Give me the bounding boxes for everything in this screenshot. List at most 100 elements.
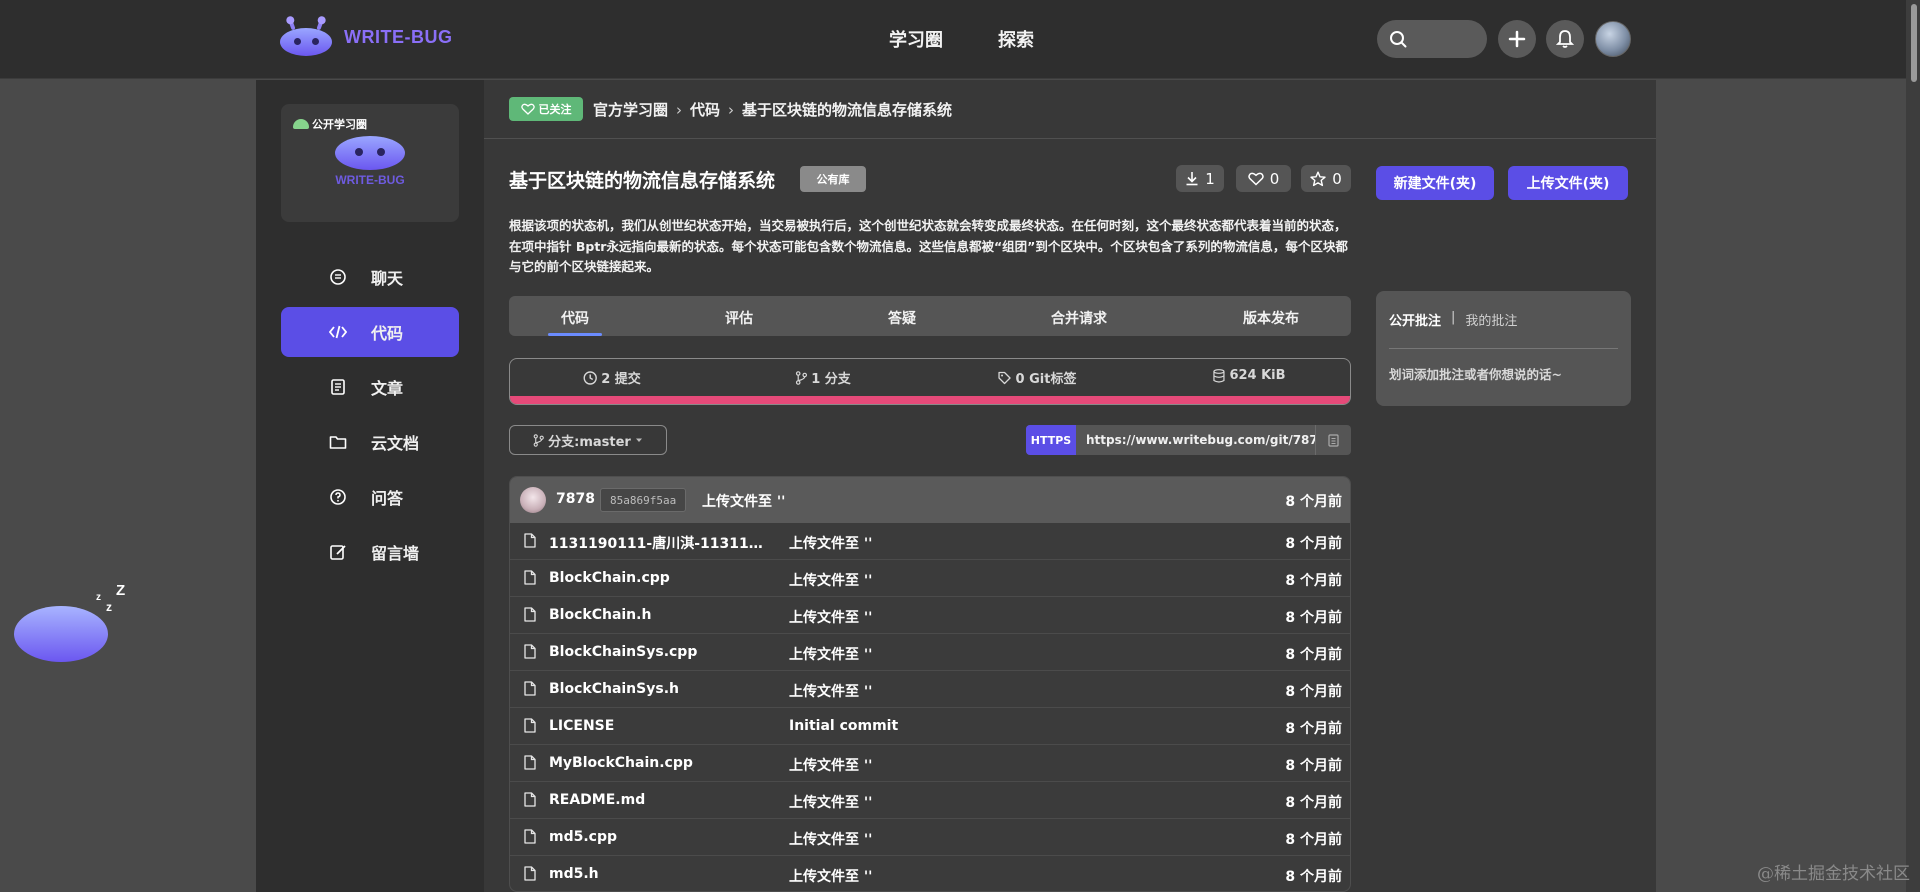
- sidebar-item-qa[interactable]: 问答: [281, 472, 459, 522]
- user-avatar[interactable]: [1595, 21, 1631, 57]
- file-name[interactable]: MyBlockChain.cpp: [549, 755, 764, 771]
- table-row[interactable]: md5.cpp 上传文件至 '' 8 个月前: [510, 819, 1350, 856]
- breadcrumb-repo[interactable]: 基于区块链的物流信息存储系统: [742, 99, 952, 120]
- nav-explore[interactable]: 探索: [998, 26, 1034, 52]
- new-file-button[interactable]: 新建文件(夹): [1376, 166, 1494, 200]
- file-commit-message[interactable]: 上传文件至 '': [789, 829, 872, 849]
- file-icon: [524, 755, 536, 770]
- file-icon: [524, 829, 536, 844]
- table-row[interactable]: BlockChainSys.h 上传文件至 '' 8 个月前: [510, 671, 1350, 708]
- clone-url-box[interactable]: HTTPS https://www.writebug.com/git/7878/: [1026, 425, 1351, 455]
- file-commit-message[interactable]: 上传文件至 '': [789, 570, 872, 590]
- file-name[interactable]: BlockChain.h: [549, 607, 764, 623]
- page-scrollbar[interactable]: [1906, 0, 1920, 892]
- clone-url[interactable]: https://www.writebug.com/git/7878/: [1076, 433, 1315, 447]
- file-name[interactable]: BlockChain.cpp: [549, 570, 764, 586]
- question-icon: [330, 489, 346, 505]
- table-row[interactable]: md5.h 上传文件至 '' 8 个月前: [510, 856, 1350, 891]
- tab-releases[interactable]: 版本发布: [1243, 308, 1299, 328]
- tab-code[interactable]: 代码: [561, 308, 589, 328]
- file-commit-message[interactable]: Initial commit: [789, 718, 898, 734]
- file-time: 8 个月前: [1285, 758, 1342, 774]
- sidebar-item-code[interactable]: 代码: [281, 307, 459, 357]
- star-button[interactable]: 0: [1301, 165, 1351, 192]
- latest-commit-row: 7878 85a869f5aa 上传文件至 '' 8 个月前: [510, 477, 1350, 523]
- file-commit-message[interactable]: 上传文件至 '': [789, 644, 872, 664]
- scrollbar-thumb[interactable]: [1911, 4, 1917, 82]
- file-commit-message[interactable]: 上传文件至 '': [789, 681, 872, 701]
- repo-description: 根据该项的状态机，我们从创世纪状态开始，当交易被执行后，这个创世纪状态就会转变成…: [509, 218, 1348, 274]
- tab-qa[interactable]: 答疑: [888, 308, 916, 328]
- file-name[interactable]: md5.cpp: [549, 829, 764, 845]
- upload-file-button[interactable]: 上传文件(夹): [1508, 166, 1628, 200]
- commit-message[interactable]: 上传文件至 '': [702, 491, 785, 511]
- file-time: 8 个月前: [1285, 573, 1342, 589]
- file-commit-message[interactable]: 上传文件至 '': [789, 866, 872, 886]
- tab-merge-requests[interactable]: 合并请求: [1051, 308, 1107, 328]
- table-row[interactable]: BlockChainSys.cpp 上传文件至 '' 8 个月前: [510, 634, 1350, 671]
- file-name[interactable]: 1131190111-唐川淇-1131190111-唐川淇-物流信息存储: [549, 533, 764, 553]
- breadcrumb-official-circle[interactable]: 官方学习圈: [593, 99, 668, 120]
- like-count: 0: [1269, 169, 1280, 188]
- sidebar-item-articles[interactable]: 文章: [281, 362, 459, 412]
- file-name[interactable]: BlockChainSys.h: [549, 681, 764, 697]
- edit-icon: [330, 545, 346, 560]
- committer-name[interactable]: 7878: [556, 491, 595, 507]
- commit-hash[interactable]: 85a869f5aa: [600, 488, 687, 512]
- table-row[interactable]: README.md 上传文件至 '' 8 个月前: [510, 782, 1350, 819]
- like-button[interactable]: 0: [1236, 165, 1291, 192]
- branches-link[interactable]: 1 分支: [795, 368, 851, 387]
- tab-evaluation[interactable]: 评估: [725, 308, 753, 328]
- file-name[interactable]: md5.h: [549, 866, 764, 882]
- nav-learning-circle[interactable]: 学习圈: [889, 26, 943, 52]
- branch-selector[interactable]: 分支:master: [509, 425, 667, 455]
- follow-badge[interactable]: 已关注: [509, 97, 583, 121]
- file-name[interactable]: BlockChainSys.cpp: [549, 644, 764, 660]
- table-row[interactable]: BlockChain.cpp 上传文件至 '' 8 个月前: [510, 560, 1350, 597]
- site-logo[interactable]: WRITE-BUG: [278, 16, 452, 58]
- copy-button[interactable]: [1315, 425, 1351, 455]
- caret-down-icon: [635, 438, 642, 442]
- logo-text: WRITE-BUG: [344, 26, 453, 47]
- circle-logo-text: WRITE-BUG: [335, 173, 405, 187]
- commits-link[interactable]: 2 提交: [583, 368, 641, 387]
- file-commit-message[interactable]: 上传文件至 '': [789, 607, 872, 627]
- tags-link[interactable]: 0 Git标签: [998, 368, 1076, 387]
- file-time: 8 个月前: [1285, 795, 1342, 811]
- file-commit-message[interactable]: 上传文件至 '': [789, 792, 872, 812]
- table-row[interactable]: 1131190111-唐川淇-1131190111-唐川淇-物流信息存储 上传文…: [510, 523, 1350, 560]
- annotation-divider: [1389, 348, 1618, 349]
- table-row[interactable]: LICENSE Initial commit 8 个月前: [510, 708, 1350, 745]
- notifications-button[interactable]: [1546, 20, 1584, 58]
- add-button[interactable]: [1498, 20, 1536, 58]
- table-row[interactable]: BlockChain.h 上传文件至 '' 8 个月前: [510, 597, 1350, 634]
- file-name[interactable]: LICENSE: [549, 718, 764, 734]
- file-time: 8 个月前: [1285, 610, 1342, 626]
- tab-public-annotations[interactable]: 公开批注: [1389, 310, 1441, 329]
- download-button[interactable]: 1: [1176, 165, 1224, 192]
- file-icon: [524, 792, 536, 807]
- circle-logo-icon: [335, 120, 405, 170]
- sidebar-item-message-wall[interactable]: 留言墙: [281, 527, 459, 577]
- sidebar-item-cloud-docs[interactable]: 云文档: [281, 417, 459, 467]
- file-table: 7878 85a869f5aa 上传文件至 '' 8 个月前 113119011…: [509, 476, 1351, 892]
- circle-card[interactable]: 公开学习圈 WRITE-BUG: [281, 104, 459, 222]
- committer-avatar[interactable]: [520, 487, 546, 513]
- breadcrumb-code[interactable]: 代码: [690, 99, 720, 120]
- sidebar-item-chat[interactable]: 聊天: [281, 252, 459, 302]
- sleeping-mascot-icon[interactable]: Z z z: [14, 582, 125, 662]
- tab-my-annotations[interactable]: 我的批注: [1465, 310, 1517, 329]
- clone-protocol[interactable]: HTTPS: [1026, 425, 1076, 455]
- file-time: 8 个月前: [1285, 647, 1342, 663]
- follow-label: 已关注: [538, 103, 572, 116]
- repo-size: 624 KiB: [1212, 368, 1286, 383]
- file-commit-message[interactable]: 上传文件至 '': [789, 755, 872, 775]
- clock-icon: [583, 370, 597, 385]
- file-icon: [524, 607, 536, 622]
- table-row[interactable]: MyBlockChain.cpp 上传文件至 '' 8 个月前: [510, 745, 1350, 782]
- search-input[interactable]: [1377, 20, 1487, 58]
- star-icon: [1310, 171, 1326, 186]
- file-name[interactable]: README.md: [549, 792, 764, 808]
- file-commit-message[interactable]: 上传文件至 '': [789, 533, 872, 553]
- robot-logo-icon: [278, 16, 334, 58]
